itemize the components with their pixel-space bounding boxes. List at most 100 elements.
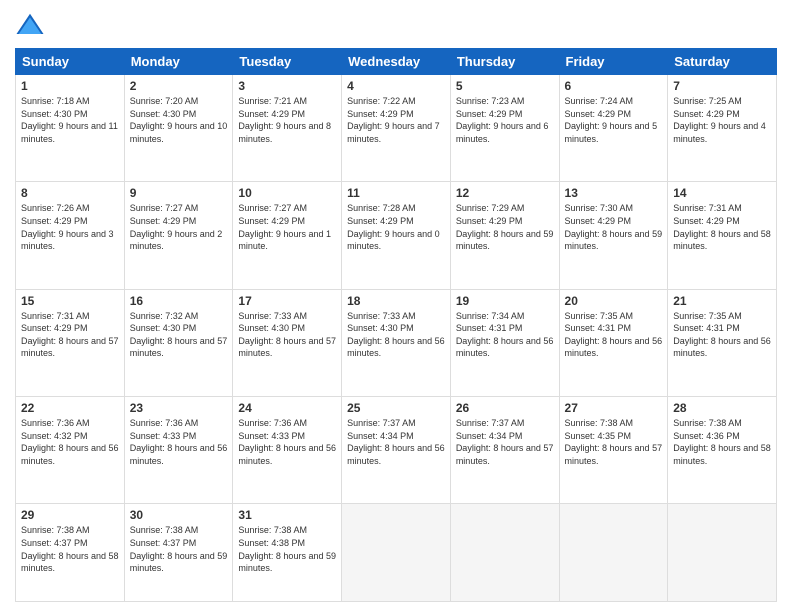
daylight-label: Daylight: 8 hours and 56 minutes. xyxy=(347,443,445,466)
calendar-cell: 28 Sunrise: 7:38 AM Sunset: 4:36 PM Dayl… xyxy=(668,397,777,504)
sunrise-label: Sunrise: 7:37 AM xyxy=(456,418,525,428)
day-number: 9 xyxy=(130,186,228,200)
daylight-label: Daylight: 8 hours and 58 minutes. xyxy=(673,229,771,252)
day-number: 13 xyxy=(565,186,663,200)
day-info: Sunrise: 7:30 AM Sunset: 4:29 PM Dayligh… xyxy=(565,202,663,252)
sunset-label: Sunset: 4:30 PM xyxy=(130,323,197,333)
weekday-header: Monday xyxy=(124,49,233,75)
sunset-label: Sunset: 4:31 PM xyxy=(673,323,740,333)
day-number: 2 xyxy=(130,79,228,93)
day-info: Sunrise: 7:37 AM Sunset: 4:34 PM Dayligh… xyxy=(347,417,445,467)
sunrise-label: Sunrise: 7:35 AM xyxy=(673,311,742,321)
day-info: Sunrise: 7:20 AM Sunset: 4:30 PM Dayligh… xyxy=(130,95,228,145)
daylight-label: Daylight: 9 hours and 0 minutes. xyxy=(347,229,440,252)
calendar-cell xyxy=(450,504,559,602)
daylight-label: Daylight: 8 hours and 59 minutes. xyxy=(565,229,663,252)
day-info: Sunrise: 7:24 AM Sunset: 4:29 PM Dayligh… xyxy=(565,95,663,145)
calendar-cell: 22 Sunrise: 7:36 AM Sunset: 4:32 PM Dayl… xyxy=(16,397,125,504)
sunset-label: Sunset: 4:34 PM xyxy=(456,431,523,441)
weekday-header: Friday xyxy=(559,49,668,75)
calendar-cell: 15 Sunrise: 7:31 AM Sunset: 4:29 PM Dayl… xyxy=(16,289,125,396)
day-info: Sunrise: 7:26 AM Sunset: 4:29 PM Dayligh… xyxy=(21,202,119,252)
calendar-cell: 14 Sunrise: 7:31 AM Sunset: 4:29 PM Dayl… xyxy=(668,182,777,289)
calendar-cell xyxy=(559,504,668,602)
calendar-cell: 16 Sunrise: 7:32 AM Sunset: 4:30 PM Dayl… xyxy=(124,289,233,396)
day-info: Sunrise: 7:28 AM Sunset: 4:29 PM Dayligh… xyxy=(347,202,445,252)
day-number: 21 xyxy=(673,294,771,308)
weekday-header: Tuesday xyxy=(233,49,342,75)
day-number: 10 xyxy=(238,186,336,200)
day-info: Sunrise: 7:33 AM Sunset: 4:30 PM Dayligh… xyxy=(238,310,336,360)
calendar-cell: 23 Sunrise: 7:36 AM Sunset: 4:33 PM Dayl… xyxy=(124,397,233,504)
calendar-cell: 18 Sunrise: 7:33 AM Sunset: 4:30 PM Dayl… xyxy=(342,289,451,396)
calendar-cell: 11 Sunrise: 7:28 AM Sunset: 4:29 PM Dayl… xyxy=(342,182,451,289)
calendar-row: 29 Sunrise: 7:38 AM Sunset: 4:37 PM Dayl… xyxy=(16,504,777,602)
calendar-cell: 17 Sunrise: 7:33 AM Sunset: 4:30 PM Dayl… xyxy=(233,289,342,396)
calendar-row: 22 Sunrise: 7:36 AM Sunset: 4:32 PM Dayl… xyxy=(16,397,777,504)
calendar-body: 1 Sunrise: 7:18 AM Sunset: 4:30 PM Dayli… xyxy=(16,75,777,602)
day-number: 16 xyxy=(130,294,228,308)
sunset-label: Sunset: 4:31 PM xyxy=(565,323,632,333)
sunrise-label: Sunrise: 7:38 AM xyxy=(21,525,90,535)
day-info: Sunrise: 7:22 AM Sunset: 4:29 PM Dayligh… xyxy=(347,95,445,145)
sunset-label: Sunset: 4:29 PM xyxy=(456,216,523,226)
sunset-label: Sunset: 4:30 PM xyxy=(130,109,197,119)
sunrise-label: Sunrise: 7:38 AM xyxy=(673,418,742,428)
sunrise-label: Sunrise: 7:27 AM xyxy=(130,203,199,213)
calendar-cell: 27 Sunrise: 7:38 AM Sunset: 4:35 PM Dayl… xyxy=(559,397,668,504)
calendar-cell: 6 Sunrise: 7:24 AM Sunset: 4:29 PM Dayli… xyxy=(559,75,668,182)
day-number: 26 xyxy=(456,401,554,415)
daylight-label: Daylight: 8 hours and 57 minutes. xyxy=(565,443,663,466)
day-info: Sunrise: 7:31 AM Sunset: 4:29 PM Dayligh… xyxy=(673,202,771,252)
sunrise-label: Sunrise: 7:38 AM xyxy=(238,525,307,535)
calendar-cell: 8 Sunrise: 7:26 AM Sunset: 4:29 PM Dayli… xyxy=(16,182,125,289)
day-number: 22 xyxy=(21,401,119,415)
sunset-label: Sunset: 4:33 PM xyxy=(130,431,197,441)
weekday-header: Wednesday xyxy=(342,49,451,75)
day-info: Sunrise: 7:34 AM Sunset: 4:31 PM Dayligh… xyxy=(456,310,554,360)
day-info: Sunrise: 7:38 AM Sunset: 4:35 PM Dayligh… xyxy=(565,417,663,467)
logo xyxy=(15,10,49,40)
daylight-label: Daylight: 8 hours and 59 minutes. xyxy=(456,229,554,252)
sunrise-label: Sunrise: 7:32 AM xyxy=(130,311,199,321)
day-info: Sunrise: 7:38 AM Sunset: 4:38 PM Dayligh… xyxy=(238,524,336,574)
weekday-header: Sunday xyxy=(16,49,125,75)
calendar-cell: 13 Sunrise: 7:30 AM Sunset: 4:29 PM Dayl… xyxy=(559,182,668,289)
daylight-label: Daylight: 8 hours and 59 minutes. xyxy=(130,551,228,574)
day-number: 7 xyxy=(673,79,771,93)
sunrise-label: Sunrise: 7:26 AM xyxy=(21,203,90,213)
daylight-label: Daylight: 8 hours and 59 minutes. xyxy=(238,551,336,574)
day-number: 8 xyxy=(21,186,119,200)
daylight-label: Daylight: 8 hours and 57 minutes. xyxy=(456,443,554,466)
day-number: 27 xyxy=(565,401,663,415)
day-info: Sunrise: 7:29 AM Sunset: 4:29 PM Dayligh… xyxy=(456,202,554,252)
day-info: Sunrise: 7:21 AM Sunset: 4:29 PM Dayligh… xyxy=(238,95,336,145)
daylight-label: Daylight: 9 hours and 2 minutes. xyxy=(130,229,223,252)
sunset-label: Sunset: 4:29 PM xyxy=(21,323,88,333)
sunrise-label: Sunrise: 7:37 AM xyxy=(347,418,416,428)
calendar-cell: 25 Sunrise: 7:37 AM Sunset: 4:34 PM Dayl… xyxy=(342,397,451,504)
sunset-label: Sunset: 4:29 PM xyxy=(347,216,414,226)
day-info: Sunrise: 7:38 AM Sunset: 4:37 PM Dayligh… xyxy=(21,524,119,574)
sunset-label: Sunset: 4:29 PM xyxy=(565,109,632,119)
calendar-cell: 12 Sunrise: 7:29 AM Sunset: 4:29 PM Dayl… xyxy=(450,182,559,289)
daylight-label: Daylight: 8 hours and 57 minutes. xyxy=(130,336,228,359)
sunrise-label: Sunrise: 7:27 AM xyxy=(238,203,307,213)
sunrise-label: Sunrise: 7:36 AM xyxy=(130,418,199,428)
daylight-label: Daylight: 8 hours and 56 minutes. xyxy=(21,443,119,466)
calendar-cell: 4 Sunrise: 7:22 AM Sunset: 4:29 PM Dayli… xyxy=(342,75,451,182)
day-info: Sunrise: 7:25 AM Sunset: 4:29 PM Dayligh… xyxy=(673,95,771,145)
sunset-label: Sunset: 4:37 PM xyxy=(21,538,88,548)
sunrise-label: Sunrise: 7:22 AM xyxy=(347,96,416,106)
day-number: 25 xyxy=(347,401,445,415)
day-number: 5 xyxy=(456,79,554,93)
sunrise-label: Sunrise: 7:33 AM xyxy=(238,311,307,321)
daylight-label: Daylight: 8 hours and 57 minutes. xyxy=(238,336,336,359)
calendar-cell: 19 Sunrise: 7:34 AM Sunset: 4:31 PM Dayl… xyxy=(450,289,559,396)
header xyxy=(15,10,777,40)
day-number: 4 xyxy=(347,79,445,93)
sunrise-label: Sunrise: 7:28 AM xyxy=(347,203,416,213)
calendar-cell xyxy=(668,504,777,602)
day-number: 24 xyxy=(238,401,336,415)
sunrise-label: Sunrise: 7:34 AM xyxy=(456,311,525,321)
